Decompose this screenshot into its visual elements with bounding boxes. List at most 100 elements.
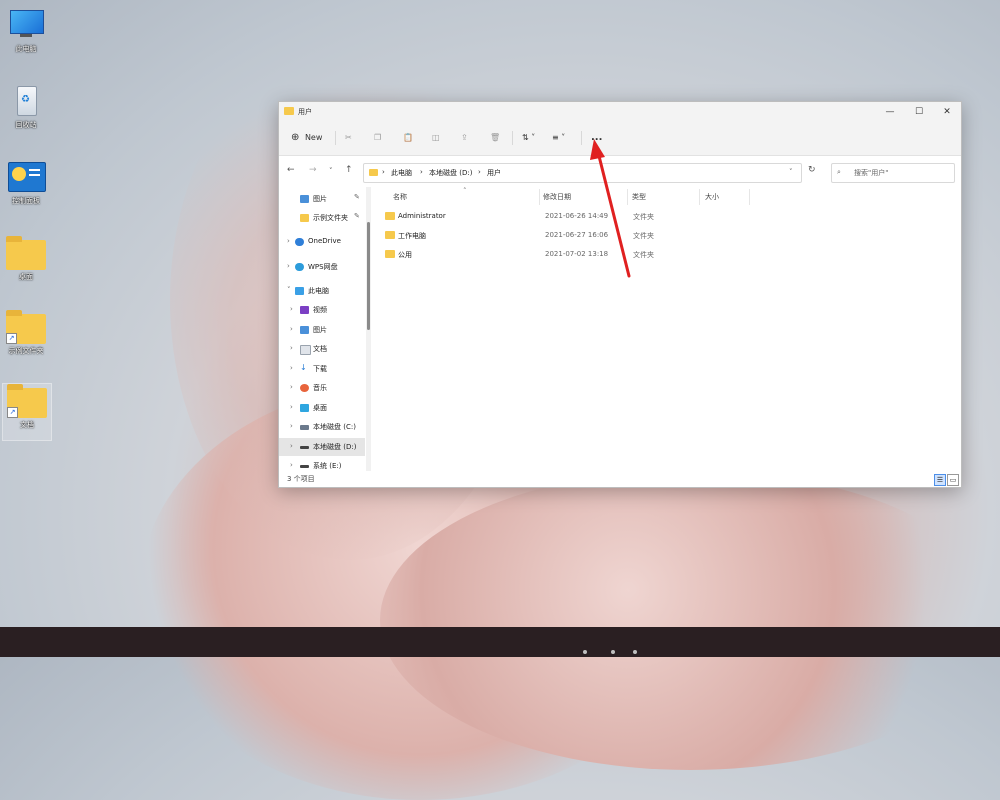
delete-icon[interactable]: 🗑 [490, 131, 500, 145]
nav-item-drive-d[interactable]: › 本地磁盘 (D:) [279, 438, 365, 456]
column-divider[interactable] [699, 189, 700, 205]
sort-icon[interactable]: ⇅ ˅ [522, 131, 535, 145]
paste-icon[interactable]: 📋 [403, 131, 413, 145]
chevron-right-icon[interactable]: › [290, 325, 293, 333]
address-bar[interactable]: › 此电脑 › 本地磁盘 (D:) › 用户 ˅ [363, 163, 802, 183]
nav-scrollbar-thumb[interactable] [367, 222, 370, 330]
chevron-down-icon[interactable]: ˅ [287, 286, 291, 294]
view-icon[interactable]: ≡ ˅ [552, 131, 565, 145]
forward-icon[interactable]: → [309, 165, 317, 175]
breadcrumb-separator: › [478, 168, 481, 176]
item-count: 3 个项目 [287, 475, 315, 483]
nav-item-pictures-pinned[interactable]: 图片 ✎ [279, 190, 365, 208]
desktop-icon-this-pc[interactable]: 此电脑 [2, 8, 50, 54]
nav-item-drive-c[interactable]: › 本地磁盘 (C:) [279, 418, 365, 436]
chevron-right-icon[interactable]: › [290, 461, 293, 469]
desktop-icon-sample-folder[interactable]: ↗ 示例文件夹 [2, 310, 50, 356]
chevron-right-icon[interactable]: › [290, 364, 293, 372]
new-button[interactable]: ⊕ New [291, 131, 322, 145]
nav-item-desktop[interactable]: › 桌面 [279, 399, 365, 417]
column-divider[interactable] [749, 189, 750, 205]
nav-item-onedrive[interactable]: › OneDrive [279, 233, 365, 251]
breadcrumb-separator: › [382, 168, 385, 176]
column-header-name[interactable]: 名称 [393, 192, 407, 202]
nav-item-label: 图片 [313, 195, 327, 203]
refresh-icon[interactable]: ↻ [808, 165, 816, 175]
nav-item-label: 示例文件夹 [313, 214, 348, 222]
nav-item-documents[interactable]: › 文档 [279, 340, 365, 358]
chevron-right-icon[interactable]: › [287, 237, 290, 245]
copy-icon[interactable]: ❐ [374, 131, 381, 145]
file-row[interactable]: 工作电脑 2021-06-27 16:06 文件夹 [385, 227, 945, 244]
nav-item-music[interactable]: › 音乐 [279, 379, 365, 397]
breadcrumb-segment[interactable]: 此电脑 [391, 168, 412, 178]
file-type: 文件夹 [633, 251, 654, 259]
details-view-button[interactable]: ☰ [934, 474, 946, 486]
taskbar [0, 627, 1000, 657]
breadcrumb-segment[interactable]: 用户 [487, 168, 501, 178]
nav-item-sample-folder[interactable]: 示例文件夹 ✎ [279, 209, 365, 227]
file-type: 文件夹 [633, 232, 654, 240]
back-icon[interactable]: ← [287, 165, 295, 175]
file-list: 名称 ˄ 修改日期 类型 大小 Administrator 2021-06-26… [373, 187, 961, 471]
chevron-right-icon[interactable]: › [290, 383, 293, 391]
wallpaper-petal [380, 470, 1000, 770]
address-dropdown-icon[interactable]: ˅ [789, 168, 793, 176]
pictures-icon [300, 195, 309, 203]
chevron-right-icon[interactable]: › [290, 344, 293, 352]
title-bar[interactable]: 用户 — ☐ ✕ [279, 102, 961, 122]
nav-item-pictures[interactable]: › 图片 [279, 321, 365, 339]
drive-icon [300, 465, 309, 468]
control-panel-icon [6, 160, 46, 194]
cut-icon[interactable]: ✂ [345, 131, 352, 145]
desktop-icon-documents[interactable]: ↗ 文档 [2, 383, 52, 441]
minimize-button[interactable]: — [878, 105, 902, 119]
chevron-right-icon[interactable]: › [290, 403, 293, 411]
column-divider[interactable] [539, 189, 540, 205]
nav-item-downloads[interactable]: › ↓ 下载 [279, 360, 365, 378]
nav-item-label: 系统 (E:) [313, 462, 342, 470]
breadcrumb-separator: › [420, 168, 423, 176]
pin-icon[interactable]: ✎ [354, 212, 360, 220]
chevron-right-icon[interactable]: › [290, 442, 293, 450]
share-icon[interactable]: ⇪ [461, 131, 468, 145]
nav-item-label: 视频 [313, 306, 327, 314]
close-button[interactable]: ✕ [935, 105, 959, 119]
pin-icon[interactable]: ✎ [354, 193, 360, 201]
nav-item-label: 本地磁盘 (C:) [313, 423, 356, 431]
recent-chevron-icon[interactable]: ˅ [329, 167, 333, 175]
desktop-icon-control-panel[interactable]: 控制面板 [2, 160, 50, 206]
column-header-type[interactable]: 类型 [632, 192, 646, 202]
column-divider[interactable] [627, 189, 628, 205]
folder-icon [284, 107, 294, 115]
nav-item-this-pc[interactable]: ˅ 此电脑 [279, 282, 365, 300]
up-icon[interactable]: ↑ [345, 165, 353, 175]
desktop-icon-folder[interactable]: 桌面 [2, 236, 50, 282]
address-row: ← → ˅ ↑ › 此电脑 › 本地磁盘 (D:) › 用户 ˅ ↻ ⌕ 搜索"… [279, 156, 961, 188]
nav-item-label: 图片 [313, 326, 327, 334]
breadcrumb-segment[interactable]: 本地磁盘 (D:) [429, 168, 472, 178]
explorer-window: 用户 — ☐ ✕ ⊕ New ✂ ❐ 📋 ◫ ⇪ 🗑 ⇅ ˅ ≡ ˅ ... ←… [278, 101, 962, 488]
nav-item-drive-e[interactable]: › 系统 (E:) [279, 457, 365, 471]
nav-item-wps-drive[interactable]: › WPS网盘 [279, 258, 365, 276]
file-date: 2021-07-02 13:18 [545, 250, 609, 258]
rename-icon[interactable]: ◫ [432, 131, 440, 145]
file-row[interactable]: Administrator 2021-06-26 14:49 文件夹 [385, 208, 945, 225]
folder-icon [300, 214, 309, 222]
file-name: Administrator [398, 212, 446, 220]
desktop-icon-recycle-bin[interactable]: ♻ 回收站 [2, 84, 50, 130]
chevron-right-icon[interactable]: › [290, 305, 293, 313]
chevron-right-icon[interactable]: › [287, 262, 290, 270]
file-row[interactable]: 公用 2021-07-02 13:18 文件夹 [385, 246, 945, 263]
file-name: 工作电脑 [398, 232, 426, 240]
search-placeholder: 搜索"用户" [854, 169, 889, 177]
column-header-size[interactable]: 大小 [705, 192, 719, 202]
column-header-date[interactable]: 修改日期 [543, 192, 571, 202]
maximize-button[interactable]: ☐ [907, 105, 931, 119]
tiles-view-button[interactable]: ▭ [947, 474, 959, 486]
nav-item-videos[interactable]: › 视频 [279, 301, 365, 319]
nav-item-label: 此电脑 [308, 287, 329, 295]
search-input[interactable]: ⌕ 搜索"用户" [831, 163, 955, 183]
chevron-right-icon[interactable]: › [290, 422, 293, 430]
more-options-button[interactable]: ... [591, 131, 602, 145]
